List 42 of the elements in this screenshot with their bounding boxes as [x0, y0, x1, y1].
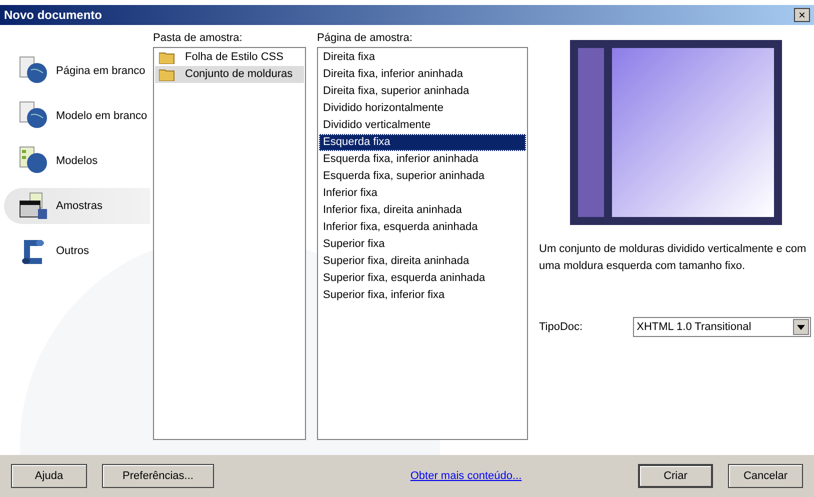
doctype-label: TipoDoc:: [539, 320, 583, 335]
page-item[interactable]: Esquerda fixa, superior aninhada: [319, 168, 526, 185]
help-button[interactable]: Ajuda: [11, 464, 87, 488]
folder-item[interactable]: Conjunto de molduras: [155, 66, 304, 83]
description-text: Um conjunto de molduras dividido verticalmente e com uma moldura esquerda com tamanho fixo.: [539, 242, 808, 274]
list-label: Pasta de amostra:: [153, 31, 244, 46]
page-item[interactable]: Inferior fixa, esquerda aninhada: [319, 219, 526, 236]
page-item[interactable]: Inferior fixa: [319, 185, 526, 202]
page-item[interactable]: Dividido horizontalmente: [319, 100, 526, 117]
page-item[interactable]: Superior fixa: [319, 236, 526, 253]
page-item[interactable]: Superior fixa, esquerda aninhada: [319, 270, 526, 287]
folder-item[interactable]: Folha de Estilo CSS: [155, 49, 304, 66]
page-item[interactable]: Inferior fixa, direita aninhada: [319, 202, 526, 219]
folder-icon: [159, 51, 175, 64]
preferences-button[interactable]: Preferências...: [102, 464, 214, 488]
category-item[interactable]: Outros: [4, 233, 150, 269]
cancel-button[interactable]: Cancelar: [728, 464, 803, 488]
more-content-link[interactable]: Obter mais conteúdo...: [330, 468, 522, 484]
category-item[interactable]: Modelos: [4, 143, 150, 179]
page-item[interactable]: Superior fixa, direita aninhada: [319, 253, 526, 270]
window-page-icon: [18, 191, 48, 221]
list-label: Página de amostra:: [317, 31, 414, 46]
page-list[interactable]: [317, 47, 528, 440]
globe-page-icon: [18, 56, 48, 86]
close-button[interactable]: ×: [794, 8, 810, 22]
doctype-dropdown[interactable]: XHTML 1.0 Transitional: [632, 317, 811, 337]
category-item[interactable]: Modelo em branco: [4, 98, 150, 134]
page-item[interactable]: Esquerda fixa: [319, 134, 526, 151]
window-title: Novo documento: [4, 7, 102, 24]
page-item[interactable]: Esquerda fixa, inferior aninhada: [319, 151, 526, 168]
category-item[interactable]: Amostras: [4, 188, 150, 224]
page-item[interactable]: Superior fixa, inferior fixa: [319, 287, 526, 304]
globe-page-icon: [18, 101, 48, 131]
page-item[interactable]: Direita fixa, superior aninhada: [319, 83, 526, 100]
page-item[interactable]: Direita fixa, inferior aninhada: [319, 66, 526, 83]
page-item[interactable]: Dividido verticalmente: [319, 117, 526, 134]
globe-page-icon: [18, 146, 48, 176]
folder-icon: [159, 68, 175, 81]
folder-list[interactable]: Folha de Estilo CSS Conjunto de molduras: [153, 47, 306, 440]
page-item[interactable]: Direita fixa: [319, 49, 526, 66]
create-button[interactable]: Criar: [638, 464, 713, 488]
category-item[interactable]: Página em branco: [4, 53, 150, 89]
